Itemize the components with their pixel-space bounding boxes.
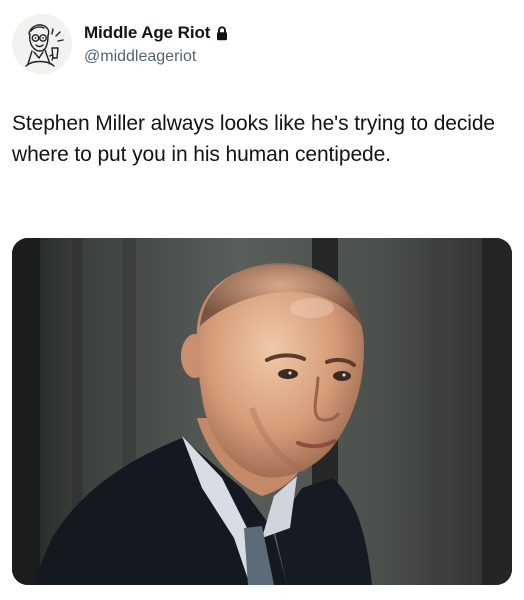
lock-icon (216, 25, 228, 41)
author-avatar[interactable] (12, 14, 72, 74)
name-row: Middle Age Riot (84, 22, 228, 44)
tweet-header: Middle Age Riot @middleageriot (12, 14, 228, 74)
tweet-card: Middle Age Riot @middleageriot Stephen M… (0, 0, 524, 600)
author-names: Middle Age Riot @middleageriot (84, 22, 228, 66)
avatar-illustration-icon (12, 14, 72, 74)
author-display-name[interactable]: Middle Age Riot (84, 23, 210, 43)
author-handle[interactable]: @middleageriot (84, 48, 228, 66)
tweet-text: Stephen Miller always looks like he's tr… (12, 112, 496, 166)
photo-man-in-suit-icon (12, 238, 512, 585)
tweet-photo[interactable] (12, 238, 512, 585)
